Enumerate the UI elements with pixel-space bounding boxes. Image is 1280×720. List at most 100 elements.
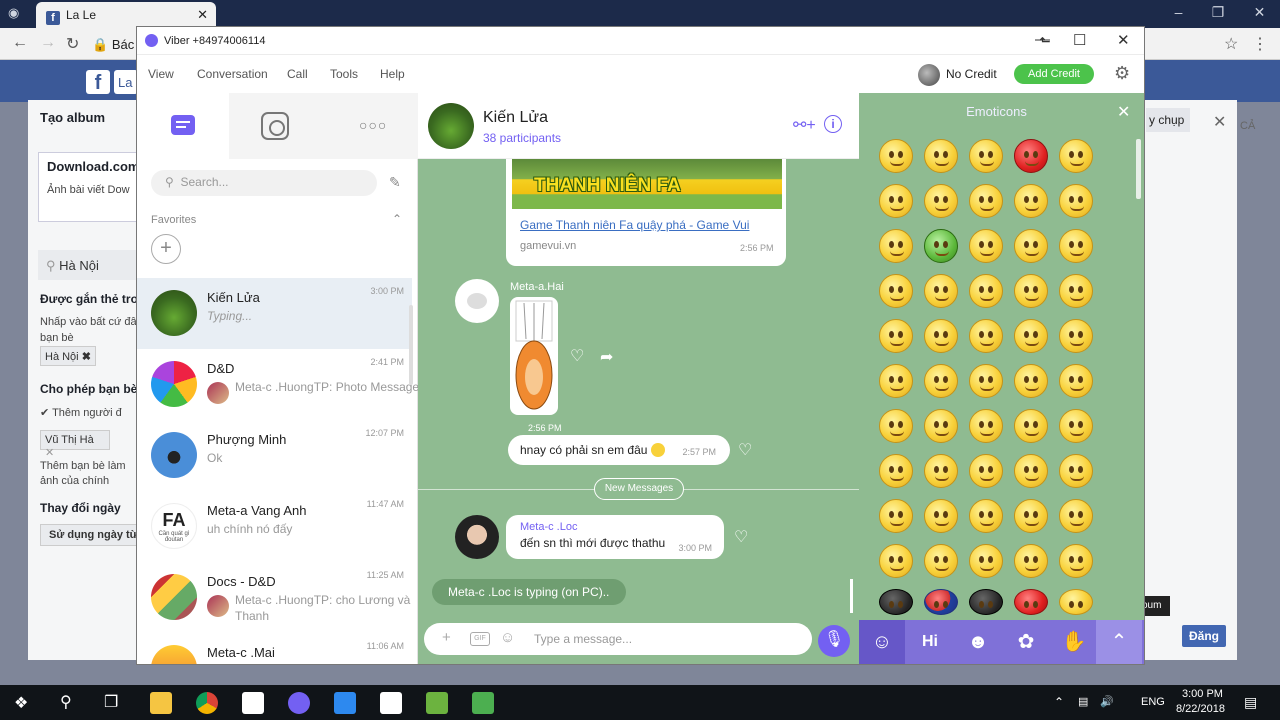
emoticon[interactable]: [1014, 499, 1048, 533]
link-title[interactable]: Game Thanh niên Fa quậy phá - Game Vui: [520, 218, 749, 232]
back-icon[interactable]: ←: [12, 34, 28, 52]
emoticon[interactable]: [879, 229, 913, 263]
sticker-icon[interactable]: ☺: [500, 629, 515, 646]
chat-row-dnd[interactable]: D&D 2:41 PM Meta-c .HuongTP: Photo Messa…: [137, 349, 419, 420]
emoticon[interactable]: [1014, 454, 1048, 488]
gear-icon[interactable]: ⚙: [1114, 63, 1130, 84]
emoticon[interactable]: [1014, 364, 1048, 398]
language-indicator[interactable]: ENG: [1141, 696, 1165, 708]
emoticon[interactable]: [924, 184, 958, 218]
emoticon[interactable]: [1014, 184, 1048, 218]
browser-menu-icon[interactable]: ⋮: [1252, 34, 1268, 54]
chevron-up-icon[interactable]: ⌃: [1054, 695, 1064, 709]
gif-icon[interactable]: GIF: [470, 632, 490, 646]
chevron-up-icon[interactable]: ⌃: [392, 212, 402, 226]
emoticon[interactable]: [879, 454, 913, 488]
emoticon[interactable]: [924, 229, 958, 263]
chat-row-kien-lua[interactable]: Kiến Lửa 3:00 PM Typing...: [137, 278, 412, 349]
emoticon[interactable]: [1059, 319, 1093, 353]
post-button[interactable]: Đăng: [1182, 625, 1226, 647]
tab-chats[interactable]: [137, 93, 229, 159]
close-icon[interactable]: ✕: [1254, 4, 1266, 21]
emoticon[interactable]: [1059, 499, 1093, 533]
emoticon[interactable]: [969, 499, 1003, 533]
emoticon[interactable]: [879, 544, 913, 578]
emoticon[interactable]: [969, 229, 1003, 263]
app-icon[interactable]: [380, 692, 402, 714]
chat-row-vang-anh[interactable]: FA Cần quát gì đoutan Meta-a Vang Anh 11…: [137, 491, 412, 562]
compose-icon[interactable]: ✎: [389, 174, 401, 191]
maximize-icon[interactable]: ❐: [1212, 4, 1225, 21]
instagram-tab-icon[interactable]: [261, 112, 289, 140]
menu-tools[interactable]: Tools: [330, 67, 358, 81]
account-avatar[interactable]: [918, 64, 940, 86]
emoticon[interactable]: [1059, 409, 1093, 443]
menu-view[interactable]: View: [148, 67, 174, 81]
maximize-icon[interactable]: ☐: [1073, 31, 1086, 49]
notifications-icon[interactable]: ▤: [1244, 694, 1257, 711]
emoticon[interactable]: [879, 319, 913, 353]
tag-chip[interactable]: Hà Nội ✖: [40, 346, 96, 366]
chat-list-scrollbar[interactable]: [409, 305, 413, 385]
emoticon[interactable]: [1014, 589, 1048, 615]
add-participant-icon[interactable]: ⚯+: [793, 115, 816, 135]
album-card[interactable]: Download.com Ảnh bài viết Dow: [38, 152, 146, 222]
message-bubble[interactable]: hnay có phải sn em đâu 2:57 PM: [508, 435, 730, 465]
facebook-logo[interactable]: f: [86, 70, 110, 94]
chevron-up-icon[interactable]: ⌃: [1096, 620, 1142, 664]
file-explorer-icon[interactable]: [150, 692, 172, 714]
emoticon[interactable]: [924, 544, 958, 578]
emoticon[interactable]: [1059, 544, 1093, 578]
use-date-button[interactable]: Sử dụng ngày từ: [40, 524, 148, 546]
conversation-avatar[interactable]: [428, 103, 474, 149]
emoticon[interactable]: [924, 499, 958, 533]
app-icon[interactable]: [334, 692, 356, 714]
emoticon[interactable]: [1059, 364, 1093, 398]
facebook-profile-shortcut[interactable]: La: [114, 70, 138, 94]
like-heart-icon[interactable]: ♡: [734, 527, 748, 547]
volume-icon[interactable]: 🔊: [1100, 695, 1114, 708]
emoticon[interactable]: [969, 364, 1003, 398]
emoticon[interactable]: [969, 409, 1003, 443]
like-heart-icon[interactable]: ♡: [738, 440, 752, 460]
search-icon[interactable]: ⚲: [60, 692, 72, 712]
chrome-icon[interactable]: [196, 692, 218, 714]
chat-row-phuong-minh[interactable]: Phượng Minh 12:07 PM Ok: [137, 420, 412, 491]
emoticon[interactable]: [969, 319, 1003, 353]
emoticon[interactable]: [969, 274, 1003, 308]
close-tab-icon[interactable]: ✕: [197, 7, 208, 23]
photo-date-button[interactable]: y chụp: [1146, 108, 1190, 132]
chat-row-docs-dnd[interactable]: Docs - D&D 11:25 AM Meta-c .HuongTP: cho…: [137, 562, 412, 633]
menu-call[interactable]: Call: [287, 67, 308, 81]
emoticon[interactable]: [1014, 409, 1048, 443]
emoticon[interactable]: [969, 544, 1003, 578]
emoticon[interactable]: [969, 589, 1003, 615]
emoticon[interactable]: [924, 319, 958, 353]
menu-help[interactable]: Help: [380, 67, 405, 81]
emoticon[interactable]: [924, 409, 958, 443]
emoticon[interactable]: [1014, 229, 1048, 263]
bear-sticker-tab-icon[interactable]: ✿: [1003, 620, 1049, 664]
network-icon[interactable]: ▤: [1078, 695, 1088, 708]
friend-chip[interactable]: Vũ Thị Hà ✕: [40, 430, 110, 459]
close-icon[interactable]: ✕: [1117, 31, 1130, 49]
character-sticker-tab-icon[interactable]: ☻: [955, 620, 1001, 664]
emoticon[interactable]: [1014, 319, 1048, 353]
emoticon[interactable]: [879, 364, 913, 398]
like-heart-icon[interactable]: ♡: [570, 346, 584, 366]
emoticon[interactable]: [1059, 184, 1093, 218]
add-favorite-button[interactable]: +: [151, 234, 181, 264]
emoticon[interactable]: [969, 139, 1003, 173]
emoticon[interactable]: [879, 274, 913, 308]
reload-icon[interactable]: ↻: [66, 34, 79, 54]
dialog-close-icon[interactable]: ✕: [1213, 112, 1226, 132]
emoticon[interactable]: [1059, 589, 1093, 615]
emoticon[interactable]: [924, 139, 958, 173]
emoticon[interactable]: [879, 139, 913, 173]
viber-taskbar-icon[interactable]: [288, 692, 310, 714]
emoticon[interactable]: [1059, 454, 1093, 488]
location-field[interactable]: ⚲ Hà Nội: [38, 250, 146, 280]
more-options-icon[interactable]: ○○○: [359, 117, 387, 133]
bookmark-star-icon[interactable]: ☆: [1224, 34, 1238, 54]
emoticons-scrollbar[interactable]: [1136, 139, 1141, 199]
